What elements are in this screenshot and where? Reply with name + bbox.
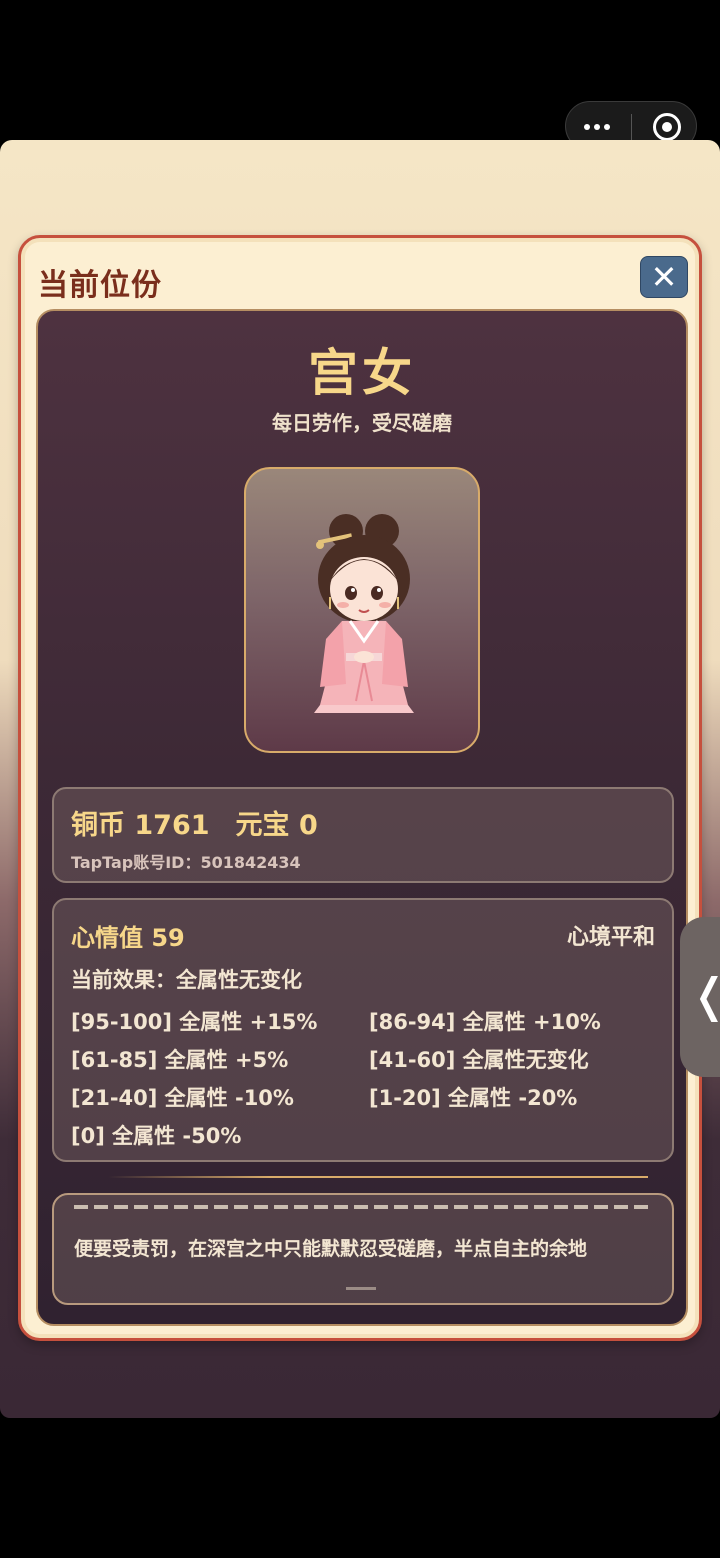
story-text: 便要受责罚，在深宫之中只能默默忍受磋磨，半点自主的余地 [74,1238,588,1260]
modal-title: 当前位份 [38,268,162,303]
mood-tier: [41-60] 全属性无变化 [369,1048,589,1072]
rank-modal: 当前位份 ✕ 宫女 每日劳作，受尽磋磨 铜币 1761 元宝 0 TapTap账… [18,235,702,1341]
mood-tier: [95-100] 全属性 +15% [71,1010,318,1034]
mood-tier: [1-20] 全属性 -20% [369,1086,578,1110]
mood-tier: [61-85] 全属性 +5% [71,1048,289,1072]
wallet-card: 铜币 1761 元宝 0 TapTap账号ID：501842434 [52,787,674,883]
target-circle-icon[interactable] [653,113,681,141]
mood-state: 心境平和 [566,925,655,950]
rank-panel: 宫女 每日劳作，受尽磋磨 铜币 1761 元宝 0 TapTap账号ID：501… [36,309,688,1326]
chevron-left-icon: ❬ [690,965,720,1025]
rank-name: 宫女 [308,344,416,402]
ingot-count: 元宝 0 [235,810,318,841]
account-id: TapTap账号ID：501842434 [71,853,301,872]
mood-tier: [21-40] 全属性 -10% [71,1086,294,1110]
story-cutoff-line [74,1201,654,1215]
story-cutoff-line [346,1287,376,1290]
mood-card: 心情值 59 心境平和 当前效果：全属性无变化 [95-100] 全属性 +15… [52,898,674,1162]
currency-row: 铜币 1761 元宝 0 [71,803,318,842]
close-icon: ✕ [650,258,678,296]
copper-coins: 铜币 1761 [71,810,210,841]
side-expand-tab[interactable]: ❬ [680,917,720,1077]
mood-tier: [0] 全属性 -50% [71,1124,242,1148]
story-scroll-box[interactable]: 便要受责罚，在深宫之中只能默默忍受磋磨，半点自主的余地 [52,1193,674,1305]
mood-tier: [86-94] 全属性 +10% [369,1010,601,1034]
gold-divider [108,1176,648,1178]
game-screen: 当前位份 ✕ 宫女 每日劳作，受尽磋磨 铜币 1761 元宝 0 TapTap账… [0,140,720,1418]
current-effect: 当前效果：全属性无变化 [71,968,302,992]
rank-description: 每日劳作，受尽磋磨 [272,411,452,435]
palace-maid-portrait [244,467,480,753]
mood-value: 心情值 59 [71,924,185,952]
close-button[interactable]: ✕ [640,256,688,298]
capsule-divider [631,114,632,140]
